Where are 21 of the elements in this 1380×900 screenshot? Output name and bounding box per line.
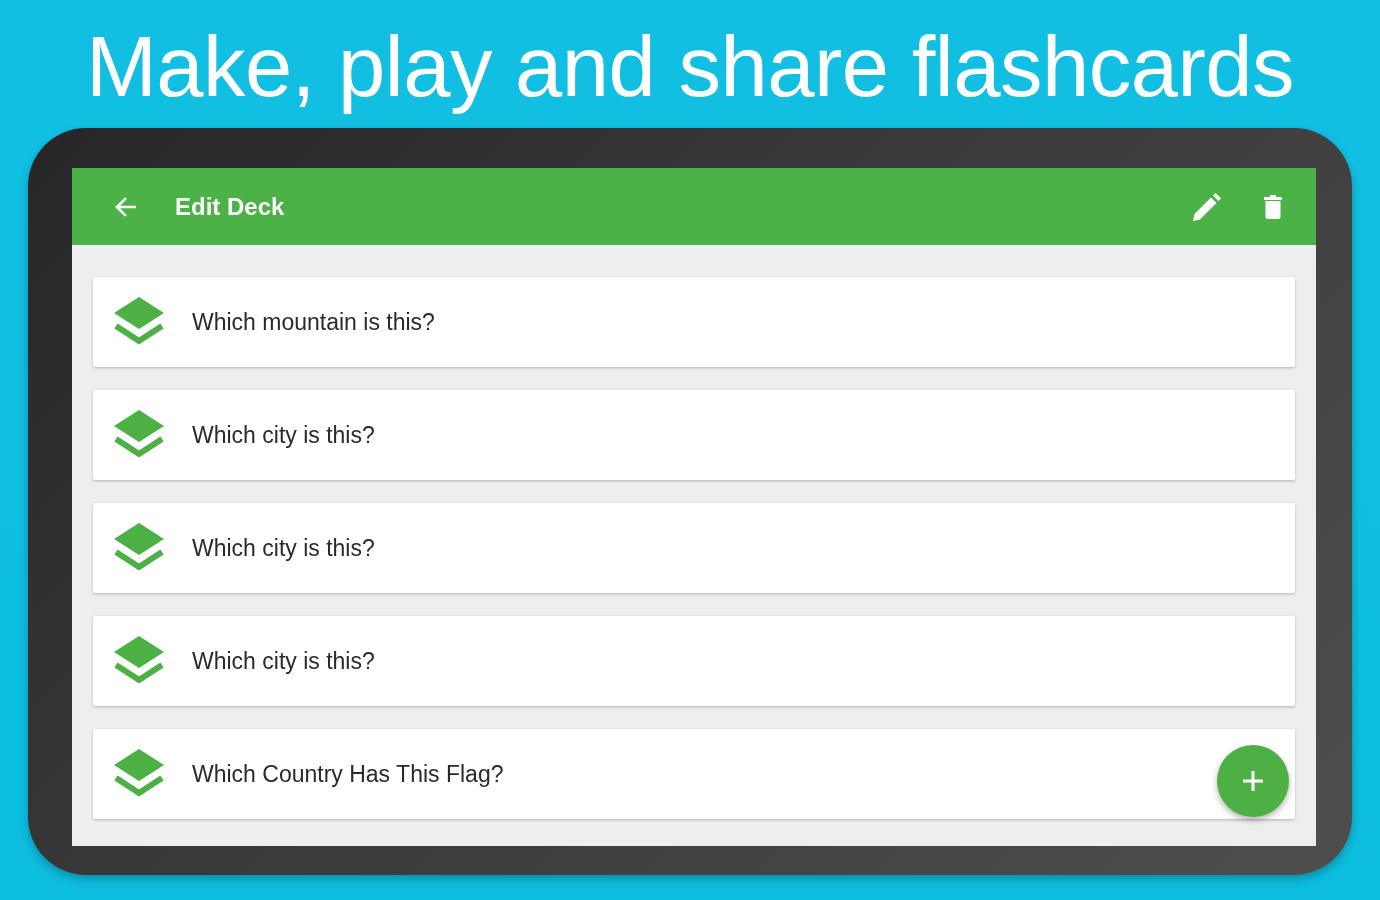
layers-icon [113, 749, 165, 799]
layers-icon [113, 410, 165, 460]
deck-card[interactable]: Which mountain is this? [93, 277, 1295, 367]
card-question: Which Country Has This Flag? [192, 760, 504, 788]
deck-card[interactable]: Which city is this? [93, 616, 1295, 706]
deck-card[interactable]: Which city is this? [93, 503, 1295, 593]
card-question: Which city is this? [192, 534, 375, 562]
deck-card[interactable]: Which city is this? [93, 390, 1295, 480]
plus-icon [1243, 771, 1263, 791]
layers-icon [113, 636, 165, 686]
back-arrow-icon [114, 196, 136, 217]
layers-icon [113, 523, 165, 573]
trash-icon [1264, 194, 1282, 219]
card-question: Which city is this? [192, 421, 375, 449]
deck-card[interactable]: Which Country Has This Flag? [93, 729, 1295, 819]
card-question: Which city is this? [192, 647, 375, 675]
card-question: Which mountain is this? [192, 308, 435, 336]
headline: Make, play and share flashcards [85, 21, 1295, 113]
screen-title: Edit Deck [175, 192, 285, 221]
layers-icon [113, 297, 165, 347]
pencil-icon [1193, 192, 1221, 221]
